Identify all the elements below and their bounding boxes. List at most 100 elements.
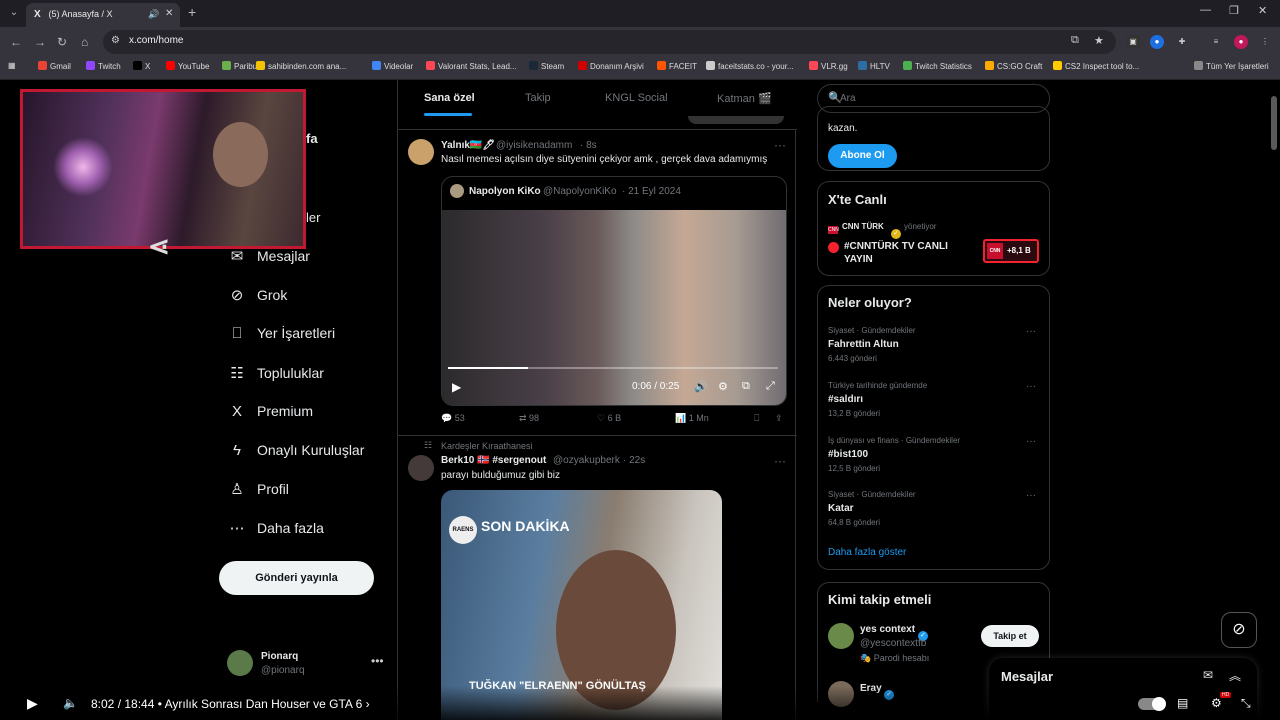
nav-item-mail[interactable]: ✉ Mesajlar [228, 247, 310, 265]
trend-name[interactable]: Katar [828, 503, 854, 514]
window-close-icon[interactable]: ✕ [1258, 4, 1267, 17]
like-button[interactable]: ♡ 6 B [597, 413, 621, 424]
post-author-name[interactable]: Yalnık🇦🇿🖊 [441, 140, 495, 151]
post-context[interactable]: Kardeşler Kıraathanesi [441, 441, 533, 451]
nav-item-bookmark[interactable]: ⎕ Yer İşaretleri [228, 325, 335, 342]
nav-item-grok[interactable]: ⊘ Grok [228, 286, 288, 304]
new-message-icon[interactable]: ✉ [1203, 668, 1213, 682]
video-fullscreen-icon[interactable]: ⤢ [766, 380, 775, 393]
bookmark-item[interactable]: Donanım Arşivi [578, 61, 644, 71]
bookmark-item[interactable]: CS2 Inspect tool to... [1053, 61, 1139, 71]
media-control-icon[interactable]: ≡ [1209, 35, 1223, 49]
video-volume-icon[interactable]: 🔊 [694, 380, 708, 393]
trend-more-icon[interactable]: ··· [1026, 436, 1036, 447]
account-more-icon[interactable]: ••• [371, 654, 384, 668]
post-author-name[interactable]: Berk10 🇳🇴 #sergenout [441, 455, 546, 466]
bookmark-item[interactable]: Paribu [222, 61, 257, 71]
bookmark-item[interactable]: CS:GO Craft [985, 61, 1042, 71]
bookmark-item[interactable]: YouTube [166, 61, 209, 71]
suggested-name[interactable]: yes context [860, 624, 915, 635]
extension-blue-icon[interactable]: ● [1150, 35, 1164, 49]
nav-item-x-logo[interactable]: X Premium [228, 403, 313, 420]
show-more-link[interactable]: Daha fazla göster [828, 547, 906, 558]
post-avatar[interactable] [408, 455, 434, 481]
reload-icon[interactable]: ↻ [57, 35, 67, 49]
tab-kngl-social[interactable]: KNGL Social [605, 92, 668, 104]
account-handle[interactable]: @pionarq [261, 665, 305, 676]
trend-name[interactable]: #bist100 [828, 449, 868, 460]
video-pip-icon[interactable]: ⧉ [742, 380, 750, 393]
site-info-icon[interactable]: ⚙ [111, 35, 120, 46]
bookmark-item[interactable]: Gmail [38, 61, 71, 71]
views-button[interactable]: 📊 1 Mn [675, 413, 709, 424]
home-icon[interactable]: ⌂ [81, 35, 88, 49]
yt-autoplay-toggle[interactable] [1138, 697, 1166, 711]
suggested-handle[interactable]: @yescontextfb [860, 638, 926, 649]
post-more-icon[interactable]: ··· [774, 138, 786, 152]
tab-following[interactable]: Takip [525, 92, 551, 104]
post-time[interactable]: · 22s [623, 455, 645, 466]
bookmark-item[interactable]: faceitstats.co - your... [706, 61, 794, 71]
bookmark-item[interactable]: Steam [529, 61, 564, 71]
nav-item-lightning[interactable]: ϟ Onaylı Kuruluşlar [228, 442, 364, 459]
restore-icon[interactable]: ❐ [1229, 4, 1239, 17]
grok-floating-icon[interactable]: ⊘ [1221, 612, 1257, 648]
follow-button[interactable]: Takip et [981, 625, 1039, 647]
tab-close-icon[interactable]: ✕ [165, 3, 173, 25]
post-more-icon[interactable]: ··· [774, 454, 786, 468]
post-time[interactable]: · 8s [580, 140, 597, 151]
yt-play-icon[interactable]: ▶ [27, 695, 38, 712]
bookmark-item[interactable]: Tüm Yer İşaretleri [1194, 61, 1269, 71]
back-icon[interactable]: ← [10, 35, 22, 49]
live-channel[interactable]: CNN TÜRK [842, 222, 884, 231]
url-text[interactable]: x.com/home [129, 35, 183, 46]
bookmark-item[interactable]: Videolar [372, 61, 413, 71]
account-name[interactable]: Pionarq [261, 651, 298, 662]
yt-settings-icon[interactable]: ⚙ [1211, 696, 1222, 710]
tab-for-you[interactable]: Sana özel [424, 92, 475, 104]
trend-name[interactable]: #saldırı [828, 394, 863, 405]
apps-grid-icon[interactable]: ▦ [8, 61, 16, 70]
extensions-puzzle-icon[interactable]: ✚ [1175, 35, 1189, 49]
post-avatar[interactable] [408, 139, 434, 165]
bookmark-item[interactable]: Twitch [86, 61, 121, 71]
nav-item-profile[interactable]: ♙ Profil [228, 480, 289, 498]
trend-name[interactable]: Fahrettin Altun [828, 339, 899, 350]
nav-item-more-circle[interactable]: ⋯ Daha fazla [228, 519, 324, 537]
minimize-icon[interactable]: — [1200, 4, 1211, 16]
account-avatar[interactable] [227, 650, 253, 676]
page-scrollbar[interactable] [1271, 96, 1277, 150]
reply-button[interactable]: 💬 53 [441, 413, 465, 424]
bookmark-item[interactable]: VLR.gg [809, 61, 848, 71]
yt-time-and-title[interactable]: 8:02 / 18:44 • Ayrılık Sonrası Dan House… [91, 697, 370, 711]
yt-chapter-title[interactable]: • Ayrılık Sonrası Dan Houser ve GTA 6 › [158, 697, 370, 711]
extension-icon[interactable]: ▣ [1126, 35, 1140, 49]
quoted-post[interactable]: Napolyon KiKo @NapolyonKiKo · 21 Eyl 202… [441, 176, 787, 406]
share-icon[interactable]: ⇪ [775, 413, 783, 424]
repost-button[interactable]: ⇄ 98 [519, 413, 539, 424]
search-placeholder[interactable]: Ara [840, 93, 856, 104]
address-bar[interactable]: ⚙ x.com/home ⧉ ★ [103, 30, 1116, 54]
expand-drawer-icon[interactable]: ︽ [1229, 667, 1241, 684]
trend-more-icon[interactable]: ··· [1026, 381, 1036, 392]
tab-search-chevron-icon[interactable]: ⌄ [6, 5, 22, 21]
video-play-icon[interactable]: ▶ [452, 380, 461, 394]
browser-menu-icon[interactable]: ⋮ [1258, 35, 1272, 49]
yt-exit-fullscreen-icon[interactable]: ⤡ [1241, 696, 1251, 711]
cast-icon[interactable]: ⧉ [1071, 34, 1079, 47]
browser-tab-x-home[interactable]: X (5) Anasayfa / X 🔊 ✕ [26, 3, 180, 27]
bookmark-item[interactable]: HLTV [858, 61, 890, 71]
nav-item-communities[interactable]: ☷ Topluluklar [228, 364, 324, 382]
subscribe-button[interactable]: Abone Ol [828, 144, 897, 168]
post-author-handle[interactable]: @iyisikenadamm [496, 140, 572, 151]
tab-audio-icon[interactable]: 🔊 [148, 3, 159, 25]
post-button[interactable]: Gönderi yayınla [219, 561, 374, 595]
trend-more-icon[interactable]: ··· [1026, 490, 1036, 501]
live-viewers-box[interactable]: CNN +8,1 B [983, 239, 1039, 263]
bookmark-item[interactable]: FACEIT [657, 61, 697, 71]
bookmark-post-icon[interactable]: ⎕ [754, 413, 759, 424]
suggested-avatar[interactable] [828, 623, 854, 649]
bookmark-star-icon[interactable]: ★ [1094, 34, 1104, 47]
video-settings-icon[interactable]: ⚙ [718, 380, 728, 393]
yt-volume-icon[interactable]: 🔈 [63, 696, 78, 710]
